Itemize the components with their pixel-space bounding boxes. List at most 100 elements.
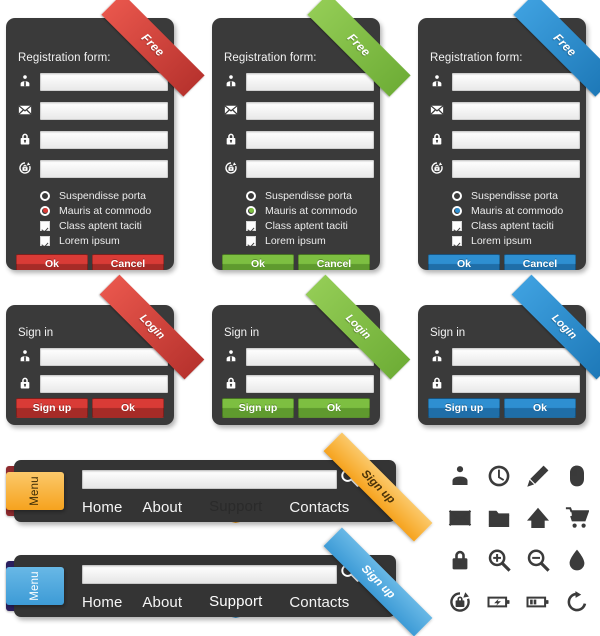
ok-button[interactable]: Ok — [298, 398, 370, 418]
radio-button[interactable] — [452, 205, 462, 216]
nav-link-about[interactable]: About — [142, 499, 182, 516]
checkbox-option[interactable]: Class aptent taciti — [40, 218, 151, 233]
cancel-button[interactable]: Cancel — [504, 254, 576, 270]
ok-button[interactable]: Ok — [92, 398, 164, 418]
menu-tab[interactable]: Menu — [6, 472, 64, 510]
radio-option[interactable]: Suspendisse porta — [246, 188, 357, 203]
signin-input-1[interactable] — [246, 375, 374, 393]
ok-button[interactable]: Ok — [428, 254, 500, 270]
nav-link-label: Contacts — [289, 498, 350, 516]
option-label: Class aptent taciti — [265, 219, 348, 232]
checkbox-button[interactable] — [452, 220, 462, 231]
form-input-0[interactable] — [246, 73, 374, 91]
form-input-1[interactable] — [452, 102, 580, 120]
radio-button[interactable] — [40, 190, 50, 201]
signin-input-0[interactable] — [40, 348, 168, 366]
button-row: Ok Cancel — [222, 254, 370, 270]
envelope-icon[interactable] — [440, 497, 479, 539]
signin-button-row: Sign up Ok — [428, 398, 576, 418]
checkbox-option[interactable]: Lorem ipsum — [452, 233, 563, 248]
radio-button[interactable] — [40, 205, 50, 216]
checkbox-button[interactable] — [246, 235, 256, 246]
nav-link-about[interactable]: About — [142, 594, 182, 611]
radio-button[interactable] — [452, 190, 462, 201]
zoom-in-icon[interactable] — [479, 539, 518, 581]
nav-link-contacts[interactable]: Contacts — [289, 594, 349, 611]
radio-option[interactable]: Suspendisse porta — [40, 188, 151, 203]
nav-link-support[interactable]: Support — [202, 582, 270, 618]
envelope-icon — [428, 101, 445, 119]
form-input-1[interactable] — [246, 102, 374, 120]
menu-bar-body: Home About Support Contacts — [14, 555, 396, 618]
form-input-2[interactable] — [452, 131, 580, 149]
droplet-icon[interactable] — [557, 539, 596, 581]
sign-up-button[interactable]: Sign up — [16, 398, 88, 418]
checkbox-option[interactable]: Class aptent taciti — [452, 218, 563, 233]
ok-button[interactable]: Ok — [16, 254, 88, 270]
form-input-2[interactable] — [246, 131, 374, 149]
nav-link-home[interactable]: Home — [82, 499, 122, 516]
options-group: Suspendisse porta Mauris at commodo Class … — [40, 188, 151, 248]
zoom-out-icon[interactable] — [518, 539, 557, 581]
sign-up-button[interactable]: Sign up — [222, 398, 294, 418]
ok-button[interactable]: Ok — [222, 254, 294, 270]
form-input-3[interactable] — [452, 160, 580, 178]
option-label: Mauris at commodo — [59, 204, 152, 217]
search-input[interactable] — [82, 470, 337, 489]
user-icon[interactable] — [440, 455, 479, 497]
checkbox-button[interactable] — [40, 235, 50, 246]
nav-link-support[interactable]: Support — [202, 487, 270, 523]
option-label: Suspendisse porta — [471, 189, 558, 202]
radio-option[interactable]: Mauris at commodo — [246, 203, 357, 218]
form-input-3[interactable] — [40, 160, 168, 178]
radio-option[interactable]: Suspendisse porta — [452, 188, 563, 203]
menu-nav: Home About Support Contacts — [82, 582, 369, 618]
signin-input-0[interactable] — [246, 348, 374, 366]
folder-icon[interactable] — [479, 497, 518, 539]
cancel-button[interactable]: Cancel — [92, 254, 164, 270]
lock-icon — [16, 130, 33, 148]
form-input-2[interactable] — [40, 131, 168, 149]
lock-refresh-icon — [222, 159, 239, 177]
radio-button[interactable] — [246, 190, 256, 201]
lock-icon — [428, 130, 445, 148]
form-input-0[interactable] — [40, 73, 168, 91]
checkbox-option[interactable]: Lorem ipsum — [40, 233, 151, 248]
lock-icon[interactable] — [440, 539, 479, 581]
checkbox-button[interactable] — [452, 235, 462, 246]
nav-link-contacts[interactable]: Contacts — [289, 499, 349, 516]
form-input-3[interactable] — [246, 160, 374, 178]
signin-input-0[interactable] — [452, 348, 580, 366]
nav-link-home[interactable]: Home — [82, 594, 122, 611]
checkbox-button[interactable] — [246, 220, 256, 231]
pencil-icon[interactable] — [518, 455, 557, 497]
radio-button[interactable] — [246, 205, 256, 216]
battery-level-icon[interactable] — [518, 581, 557, 623]
home-icon[interactable] — [518, 497, 557, 539]
magnifier-icon[interactable] — [340, 468, 360, 488]
cancel-button[interactable]: Cancel — [298, 254, 370, 270]
magnifier-icon[interactable] — [340, 563, 360, 583]
checkbox-option[interactable]: Class aptent taciti — [246, 218, 357, 233]
form-input-0[interactable] — [452, 73, 580, 91]
menu-bar-orange: Home About Support Contacts Menu Sign up — [6, 432, 433, 542]
signin-input-1[interactable] — [40, 375, 168, 393]
mouse-icon[interactable] — [557, 455, 596, 497]
radio-option[interactable]: Mauris at commodo — [452, 203, 563, 218]
clock-icon[interactable] — [479, 455, 518, 497]
search-input[interactable] — [82, 565, 337, 584]
signin-input-1[interactable] — [452, 375, 580, 393]
checkbox-button[interactable] — [40, 220, 50, 231]
ok-button[interactable]: Ok — [504, 398, 576, 418]
sign-up-button[interactable]: Sign up — [428, 398, 500, 418]
form-input-1[interactable] — [40, 102, 168, 120]
ui-kit-canvas: Registration form: Suspendisse porta Mauri… — [0, 0, 600, 636]
shopping-cart-icon[interactable] — [557, 497, 596, 539]
checkbox-option[interactable]: Lorem ipsum — [246, 233, 357, 248]
menu-tab[interactable]: Menu — [6, 567, 64, 605]
refresh-icon[interactable] — [557, 581, 596, 623]
lock-icon — [428, 374, 445, 392]
radio-option[interactable]: Mauris at commodo — [40, 203, 151, 218]
battery-charging-icon[interactable] — [479, 581, 518, 623]
lock-refresh-icon[interactable] — [440, 581, 479, 623]
